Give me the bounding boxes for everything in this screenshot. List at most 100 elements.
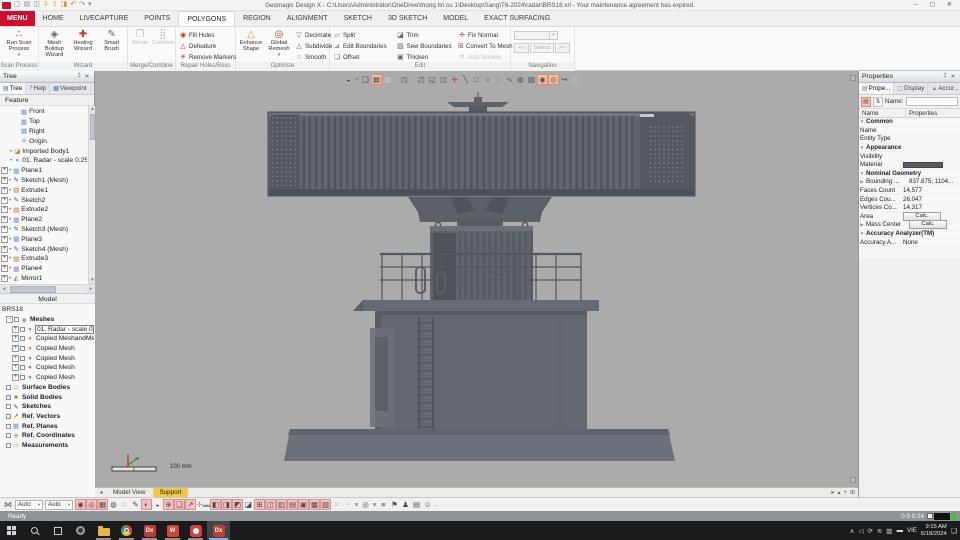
expand-icon[interactable]: + (12, 345, 19, 352)
edit-boundaries-button[interactable]: ⊿ Edit Boundaries (331, 41, 394, 51)
property-row[interactable]: Edges Cou... 26,047 (859, 195, 960, 204)
taskbar-app-circle[interactable] (69, 521, 92, 540)
model-tree-item[interactable]: + ● Copied Mesh (1, 344, 94, 354)
property-row[interactable]: ▼ Nominal Geometry (859, 170, 960, 179)
tab-points[interactable]: POINTS (136, 11, 178, 26)
filter-sketch-icon[interactable]: ▧ (320, 499, 331, 510)
feature-tree-item[interactable]: + • ✎ Sketch1 (Mesh) (1, 176, 87, 186)
property-row[interactable]: Visibility (859, 152, 960, 161)
expand-icon[interactable]: + (1, 216, 8, 223)
circle-select-icon[interactable]: ○ (482, 74, 493, 85)
expand-icon[interactable]: + (12, 364, 19, 371)
tree-vertical-scrollbar[interactable]: ▴ ▾ (88, 106, 95, 284)
feature-tree-item[interactable]: + • ▦ Plane1 (1, 166, 87, 176)
camera-view-2-icon[interactable]: ◨ (221, 499, 232, 510)
filter-region-icon[interactable]: ▥ (276, 499, 287, 510)
pin-icon[interactable]: ‡ (75, 73, 83, 80)
capture-icon[interactable]: ◨ (61, 0, 68, 10)
property-row[interactable]: Accuracy A... None (859, 238, 960, 247)
plane-front-icon[interactable]: ◰ (416, 74, 427, 85)
property-row[interactable]: Entity Type (859, 135, 960, 144)
taskbar-chrome[interactable] (115, 521, 138, 540)
snap-mode-combo[interactable]: Auto ▾ (45, 500, 73, 510)
deviation-display-icon[interactable]: ◒ (152, 499, 163, 510)
model-tree-item[interactable]: ■ Solid Bodies (1, 392, 94, 402)
lasso-select-icon[interactable]: ◍ (515, 74, 526, 85)
camera-view-1-icon[interactable]: ◧ (210, 499, 221, 510)
model-tree-item[interactable]: + ● 01. Radar - scale 0.25 (1, 324, 94, 334)
feature-tree-item[interactable]: ✛ Origin (1, 136, 87, 146)
open-file-icon[interactable]: ▤ (24, 0, 31, 10)
visibility-checkbox[interactable] (6, 433, 11, 438)
tab-model-view[interactable]: Model View (107, 488, 151, 497)
smiley-tool-icon[interactable]: ☺ (422, 499, 433, 510)
feature-tree-item[interactable]: + • ▤ Extrude2 (1, 205, 87, 215)
subdivide-button[interactable]: △ Subdivide (293, 41, 334, 51)
tab-viewpoint[interactable]: ▦ Viewpoint (50, 83, 90, 94)
model-tree-item[interactable]: ▦ Ref. Planes (1, 421, 94, 431)
hidden-icons-chevron-icon[interactable]: ∧ (850, 527, 855, 535)
property-row[interactable]: Material (859, 161, 960, 170)
expand-icon[interactable]: + (12, 374, 19, 381)
filter-surface-icon[interactable]: ▣ (298, 499, 309, 510)
model-tree-item[interactable]: ✛ Ref. Coordinates (1, 431, 94, 441)
name-input[interactable] (906, 97, 958, 106)
select-through-icon[interactable]: ◎ (548, 74, 559, 85)
wireframe-view-icon[interactable]: ◎ (86, 499, 97, 510)
language-indicator[interactable]: VIE (907, 527, 917, 534)
expand-icon[interactable]: + (1, 167, 8, 174)
mesh-display-icon[interactable]: ▦ (371, 74, 382, 85)
model-tree-item[interactable]: BRS18 (1, 305, 94, 315)
tab-display[interactable]: ▢ Display (894, 83, 928, 94)
tab-region[interactable]: REGION (235, 11, 279, 26)
tab-help[interactable]: ? Help (26, 83, 50, 94)
fill-holes-button[interactable]: ◉ Fill Holes (177, 30, 238, 40)
smooth-button[interactable]: ○ Smooth (293, 52, 334, 62)
nav-prev-button[interactable]: << (514, 43, 529, 53)
tab-accuracy[interactable]: ▲ Accur... (928, 83, 960, 94)
feature-tree-item[interactable]: ▦ Top (1, 117, 87, 127)
spline-select-icon[interactable]: ∿ (504, 74, 515, 85)
feature-tree-item[interactable]: • ● 01. Radar - scale 0.25 (1, 156, 87, 166)
undo-icon[interactable]: ↶ (70, 0, 76, 10)
visibility-checkbox[interactable] (6, 395, 11, 400)
tab-alignment[interactable]: ALIGNMENT (279, 11, 336, 26)
sync-icon[interactable]: ⟳ (867, 527, 872, 535)
property-row[interactable]: ▼ Accuracy Analyzer(TM) (859, 230, 960, 239)
redo-icon[interactable]: ↷ (79, 0, 85, 10)
filter-solid-icon[interactable]: ▩ (309, 499, 320, 510)
tab-properties[interactable]: ▤ Prope... (859, 83, 894, 94)
expand-icon[interactable]: + (1, 226, 8, 233)
expand-icon[interactable]: + (1, 236, 8, 243)
start-button[interactable] (0, 521, 23, 540)
notification-center-icon[interactable]: ❏ (951, 527, 957, 535)
tab-scroll-left-icon[interactable]: ◂ (97, 489, 105, 496)
model-tree-item[interactable]: − ◉ Meshes (1, 315, 94, 325)
hidden-line-icon[interactable]: ◌ (119, 499, 130, 510)
model-tree-item[interactable]: ↗ Ref. Vectors (1, 412, 94, 422)
model-tree-item[interactable]: + ● Copied Mesh (1, 363, 94, 373)
ellipse-select-icon[interactable]: ◌ (493, 74, 504, 85)
plane-top-icon[interactable]: ◱ (427, 74, 438, 85)
camera-view-4-icon[interactable]: ◪ (243, 499, 254, 510)
person-view-icon[interactable]: ♟ (400, 499, 411, 510)
nav-select-button[interactable]: Select (530, 43, 554, 53)
decimate-button[interactable]: ▽ Decimate (293, 30, 334, 40)
paint-select-icon[interactable]: ▨ (526, 74, 537, 85)
new-file-icon[interactable]: ▢ (14, 0, 21, 10)
navigation-combo[interactable]: ▾ (514, 31, 558, 40)
taskbar-red-app[interactable] (184, 521, 207, 540)
minimize-button[interactable]: – (907, 0, 924, 10)
property-row[interactable]: Faces Count 14,577 (859, 187, 960, 196)
visibility-checkbox[interactable] (20, 327, 25, 332)
property-row[interactable]: ▶ Bounding ... 837.875, 1104... (859, 178, 960, 187)
selection-filter-icon[interactable]: ⋈ (2, 500, 14, 509)
calc-button[interactable]: Calc. (909, 220, 947, 229)
material-swatch[interactable] (903, 162, 943, 168)
view-cube-icon[interactable]: ❑ (360, 74, 371, 85)
expand-icon[interactable]: + (1, 255, 8, 262)
search-button[interactable] (23, 521, 46, 540)
ruler-display-icon[interactable]: ▬ (203, 499, 210, 510)
tab-livecapture[interactable]: LIVECAPTURE (72, 11, 137, 26)
selection-mode-combo[interactable]: Auto ▾ (15, 500, 43, 510)
